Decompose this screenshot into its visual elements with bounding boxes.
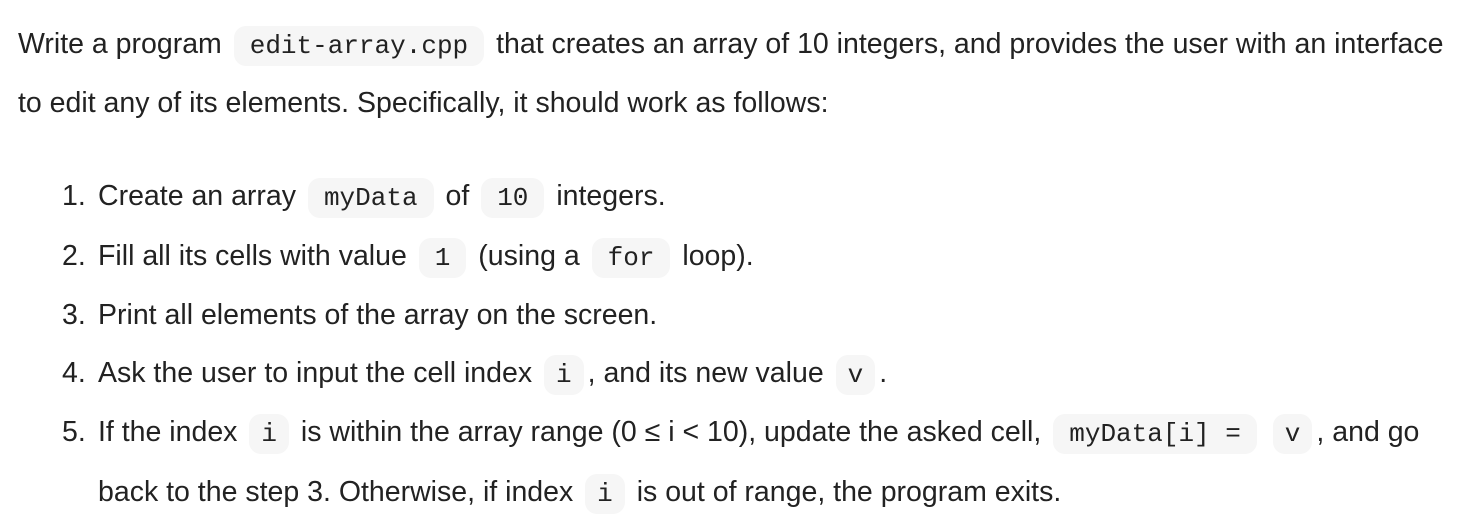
array-size-code: 10 [481, 178, 545, 218]
fill-value-code: 1 [418, 237, 467, 278]
step-item-3: 3. Print all elements of the array on th… [62, 287, 1470, 345]
step-text: If the index [98, 416, 238, 448]
for-keyword-code: for [591, 237, 671, 278]
step-item-2: 2. Fill all its cells with value 1 (usin… [62, 228, 1470, 288]
filename-code: edit-array.cpp [233, 26, 485, 66]
index-var-code: i [585, 473, 625, 514]
step-text: loop). [682, 239, 754, 272]
step-number: 2. [62, 239, 86, 272]
array-name-code: myData [307, 178, 434, 218]
step-text: , and its new value [587, 356, 824, 389]
step-text: . [879, 356, 888, 389]
step-item-1: 1. Create an array myData of 10 integers… [62, 168, 1470, 228]
step-text: (using a [478, 239, 580, 272]
value-var-code: v [835, 354, 876, 395]
intro-paragraph: Write a program edit-array.cpp that crea… [18, 16, 1470, 132]
value-var-code: v [1272, 414, 1313, 454]
document: Write a program edit-array.cpp that crea… [18, 16, 1470, 523]
step-text: Ask the user to input the cell index [98, 356, 533, 389]
step-text: of [445, 180, 470, 212]
step-text: integers. [556, 180, 666, 212]
step-text: Print all elements of the array on the s… [98, 299, 658, 331]
step-number: 1. [62, 180, 86, 212]
index-var-code: i [544, 354, 584, 395]
step-number: 3. [62, 299, 86, 331]
index-var-code: i [249, 414, 289, 454]
step-text: is out of range, the program exits. [636, 475, 1062, 508]
step-number: 4. [62, 356, 86, 389]
intro-text-before: Write a program [18, 28, 222, 60]
step-text: Fill all its cells with value [98, 239, 407, 272]
step-text: Create an array [98, 180, 297, 212]
intro-text-after: that creates an array of 10 integers, an… [18, 28, 1444, 119]
steps-list: 1. Create an array myData of 10 integers… [18, 168, 1470, 523]
step-item-4: 4. Ask the user to input the cell index … [62, 345, 1470, 405]
step-number: 5. [62, 416, 86, 448]
step-item-5: 5. If the index i is within the array ra… [62, 404, 1470, 523]
assignment-code: myData[i] = [1053, 414, 1257, 454]
step-text: is within the array range (0 ≤ i < 10), … [300, 416, 1042, 448]
